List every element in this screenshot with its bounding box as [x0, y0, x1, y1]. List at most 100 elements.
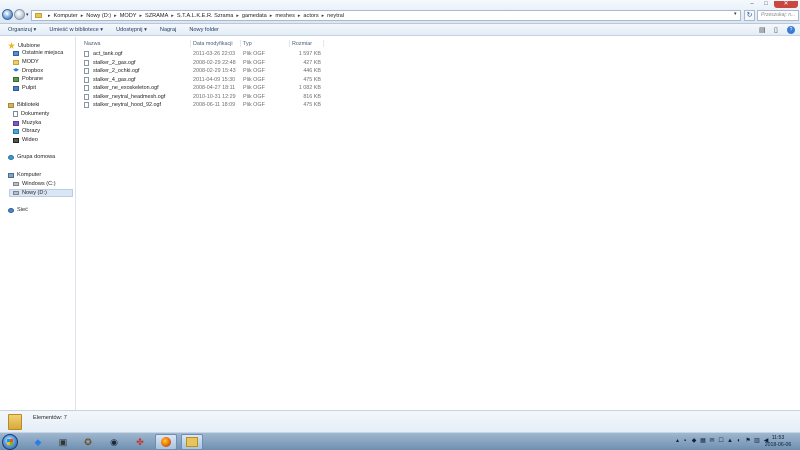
drive-icon: [13, 182, 19, 186]
chevron-right-icon[interactable]: ▸: [114, 13, 117, 19]
close-button[interactable]: ✕: [774, 1, 798, 8]
breadcrumb-item[interactable]: Komputer: [54, 13, 78, 19]
nav-item-homegroup[interactable]: Grupa domowa: [8, 154, 55, 160]
nav-label: Komputer: [17, 172, 42, 178]
help-icon[interactable]: ?: [787, 26, 795, 34]
tray-app-icon[interactable]: ✉: [709, 437, 715, 444]
taskbar-app-dropbox[interactable]: ◆: [27, 434, 49, 450]
clock[interactable]: 11:53 2018-06-06: [760, 435, 796, 448]
column-divider[interactable]: [190, 40, 191, 47]
share-button[interactable]: Udostępnij ▾: [116, 27, 147, 33]
chevron-right-icon[interactable]: ▸: [298, 13, 301, 19]
breadcrumb-item[interactable]: actors: [303, 13, 318, 19]
column-header-type[interactable]: Typ: [243, 41, 252, 47]
taskbar-app-game[interactable]: ✪: [77, 434, 99, 450]
file-row[interactable]: stalker_2_gas.ogf 2008-02-29 22:48 Plik …: [83, 59, 323, 67]
file-row[interactable]: stalker_4_gas.ogf 2011-04-09 15:30 Plik …: [83, 76, 323, 84]
new-folder-button[interactable]: Nowy folder: [189, 27, 219, 33]
file-name: stalker_2_ochki.ogf: [93, 68, 140, 74]
start-button[interactable]: [2, 434, 18, 450]
nav-item-music[interactable]: Muzyka: [13, 120, 41, 126]
back-button[interactable]: ‹: [2, 9, 13, 20]
tray-app-icon[interactable]: ▲: [727, 438, 733, 444]
taskbar-app-firefox[interactable]: [155, 434, 177, 450]
file-icon: [84, 85, 89, 91]
system-tray: ▴ ▪ ◆ ▦ ✉ ☐ ▲ ◐ ⚑ ▥ ◀: [676, 437, 769, 445]
item-count: Elementów: 7: [33, 415, 67, 421]
refresh-button[interactable]: ↻: [744, 10, 755, 21]
search-input[interactable]: Przeszukaj: n...: [757, 10, 799, 21]
details-pane: Elementów: 7: [0, 410, 800, 432]
chevron-right-icon[interactable]: ▸: [270, 13, 273, 19]
file-row[interactable]: stalker_2_ochki.ogf 2008-02-29 15:43 Pli…: [83, 67, 323, 75]
column-divider[interactable]: [289, 40, 290, 47]
address-dropdown-icon[interactable]: ▾: [734, 11, 737, 17]
breadcrumb-item[interactable]: meshes: [275, 13, 295, 19]
address-field[interactable]: ▸ Komputer ▸ Nowy (D:) ▸ MODY ▸ SZRAMA ▸ S.T…: [31, 10, 741, 21]
show-hidden-icons-icon[interactable]: ▴: [676, 437, 679, 444]
tray-app-icon[interactable]: ◆: [691, 437, 697, 444]
column-divider[interactable]: [323, 40, 324, 47]
breadcrumb-item[interactable]: neytral: [327, 13, 344, 19]
nav-item-mody[interactable]: MODY: [13, 59, 39, 65]
column-header-date[interactable]: Data modyfikacji: [193, 41, 233, 47]
chevron-right-icon[interactable]: ▸: [322, 13, 325, 19]
minimize-button[interactable]: –: [746, 1, 758, 8]
file-row[interactable]: stalker_ne_exoskeleton.ogf 2008-04-27 18…: [83, 84, 323, 92]
maximize-button[interactable]: □: [760, 1, 772, 8]
nav-item-videos[interactable]: Wideo: [13, 137, 38, 143]
homegroup-icon: [8, 154, 14, 160]
nav-label: Pobrane: [22, 76, 44, 82]
nav-item-drive-d[interactable]: Nowy (D:): [9, 189, 73, 197]
organize-button[interactable]: Organizuj ▾: [8, 27, 36, 33]
column-divider[interactable]: [240, 40, 241, 47]
clock-date: 2018-06-06: [764, 441, 792, 448]
tray-app-icon[interactable]: ▦: [700, 437, 706, 444]
file-row[interactable]: act_tank.ogf 2011-03-26 22:03 Plik OGF 1…: [83, 50, 323, 58]
preview-pane-icon[interactable]: ▯: [774, 26, 778, 34]
forward-button[interactable]: ›: [14, 9, 25, 20]
taskbar-app-steam[interactable]: ◉: [103, 434, 125, 450]
nav-libraries-header[interactable]: Biblioteki: [8, 102, 39, 108]
recent-pages-chevron-icon[interactable]: ▾: [26, 12, 29, 18]
nav-item-dropbox[interactable]: Dropbox: [13, 68, 43, 74]
chevron-right-icon[interactable]: ▸: [139, 13, 142, 19]
nav-item-desktop[interactable]: Pulpit: [13, 85, 36, 91]
file-row[interactable]: stalker_neytral_headmesh.ogf 2010-10-31 …: [83, 93, 323, 101]
include-in-library-button[interactable]: Umieść w bibliotece ▾: [49, 27, 103, 33]
chevron-right-icon[interactable]: ▸: [81, 13, 84, 19]
tray-app-icon[interactable]: ☐: [718, 437, 724, 444]
tray-app-icon[interactable]: ◐: [736, 438, 742, 444]
flag-icon[interactable]: ⚑: [745, 437, 751, 444]
breadcrumb-item[interactable]: gamedata: [242, 13, 267, 19]
tray-app-icon[interactable]: ▪: [682, 438, 688, 444]
folder-icon: [35, 13, 42, 18]
nav-item-network[interactable]: Sieć: [8, 207, 28, 213]
change-view-icon[interactable]: ▤: [759, 26, 766, 34]
column-header-size[interactable]: Rozmiar: [292, 41, 312, 47]
folder-icon: [8, 414, 22, 430]
chevron-right-icon[interactable]: ▸: [171, 13, 174, 19]
file-row[interactable]: stalker_neytral_hood_92.ogf 2008-06-11 1…: [83, 101, 323, 109]
nav-computer-header[interactable]: Komputer: [8, 172, 41, 178]
burn-button[interactable]: Nagraj: [160, 27, 176, 33]
breadcrumb-item[interactable]: MODY: [120, 13, 137, 19]
column-header-name[interactable]: Nazwa: [84, 41, 100, 47]
breadcrumb-item[interactable]: Nowy (D:): [86, 13, 111, 19]
nav-item-pictures[interactable]: Obrazy: [13, 128, 40, 134]
chevron-right-icon[interactable]: ▸: [48, 13, 51, 19]
taskbar-app-game[interactable]: ▣: [52, 434, 74, 450]
file-name: stalker_ne_exoskeleton.ogf: [93, 85, 159, 91]
taskbar-app-red[interactable]: ✤: [129, 434, 151, 450]
nav-favorites-header[interactable]: Ulubione: [8, 42, 40, 49]
taskbar-app-explorer[interactable]: [181, 434, 203, 450]
breadcrumb-item[interactable]: SZRAMA: [145, 13, 168, 19]
nav-label: Nowy (D:): [22, 190, 47, 196]
chevron-right-icon[interactable]: ▸: [236, 13, 239, 19]
nav-item-documents[interactable]: Dokumenty: [13, 111, 49, 117]
breadcrumb-item[interactable]: S.T.A.L.K.E.R. Szrama: [177, 13, 234, 19]
nav-item-drive-c[interactable]: Windows (C:): [13, 181, 56, 187]
file-icon: [84, 60, 89, 66]
nav-item-recent-places[interactable]: Ostatnie miejsca: [13, 50, 63, 56]
nav-item-downloads[interactable]: Pobrane: [13, 76, 43, 82]
